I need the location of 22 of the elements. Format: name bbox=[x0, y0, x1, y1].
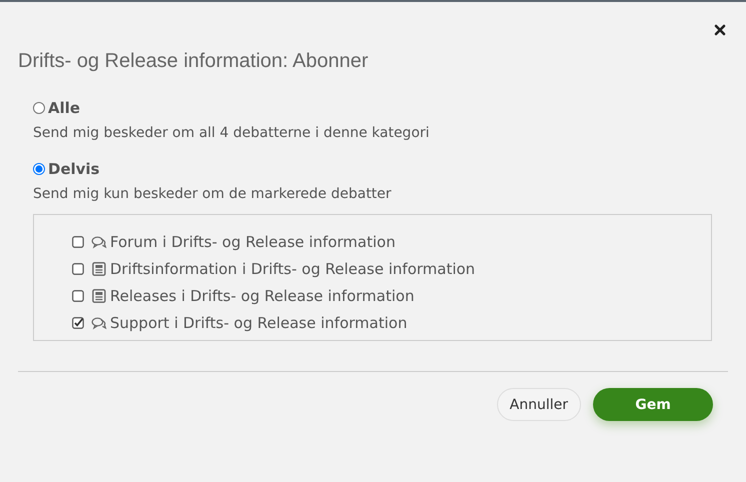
document-icon bbox=[91, 288, 107, 302]
checkbox[interactable] bbox=[72, 262, 84, 274]
option-label: Alle bbox=[48, 99, 80, 117]
speech-bubbles-icon bbox=[91, 316, 107, 330]
option-label: Delvis bbox=[48, 160, 100, 178]
debate-label: Driftsinformation i Drifts- og Release information bbox=[110, 260, 476, 278]
checkbox[interactable] bbox=[72, 290, 84, 302]
document-icon bbox=[91, 262, 107, 276]
save-button[interactable]: Gem bbox=[593, 388, 713, 421]
debate-label: Releases i Drifts- og Release information bbox=[110, 286, 414, 304]
cancel-button[interactable]: Annuller bbox=[496, 388, 581, 421]
speech-bubbles-icon bbox=[91, 234, 107, 248]
dialog-title: Drifts- og Release information: Abonner bbox=[18, 50, 370, 73]
checkbox[interactable] bbox=[72, 316, 84, 328]
checkbox[interactable] bbox=[72, 236, 84, 248]
debate-label: Support i Drifts- og Release information bbox=[110, 314, 408, 332]
debate-label: Forum i Drifts- og Release information bbox=[110, 232, 396, 250]
radio-button[interactable] bbox=[33, 102, 45, 114]
radio-button[interactable] bbox=[33, 163, 45, 175]
option-description: Send mig beskeder om all 4 debatterne i denne kategori bbox=[33, 125, 430, 141]
option-description: Send mig kun beskeder om de markerede debatter bbox=[33, 186, 392, 202]
close-icon[interactable] bbox=[714, 24, 726, 36]
